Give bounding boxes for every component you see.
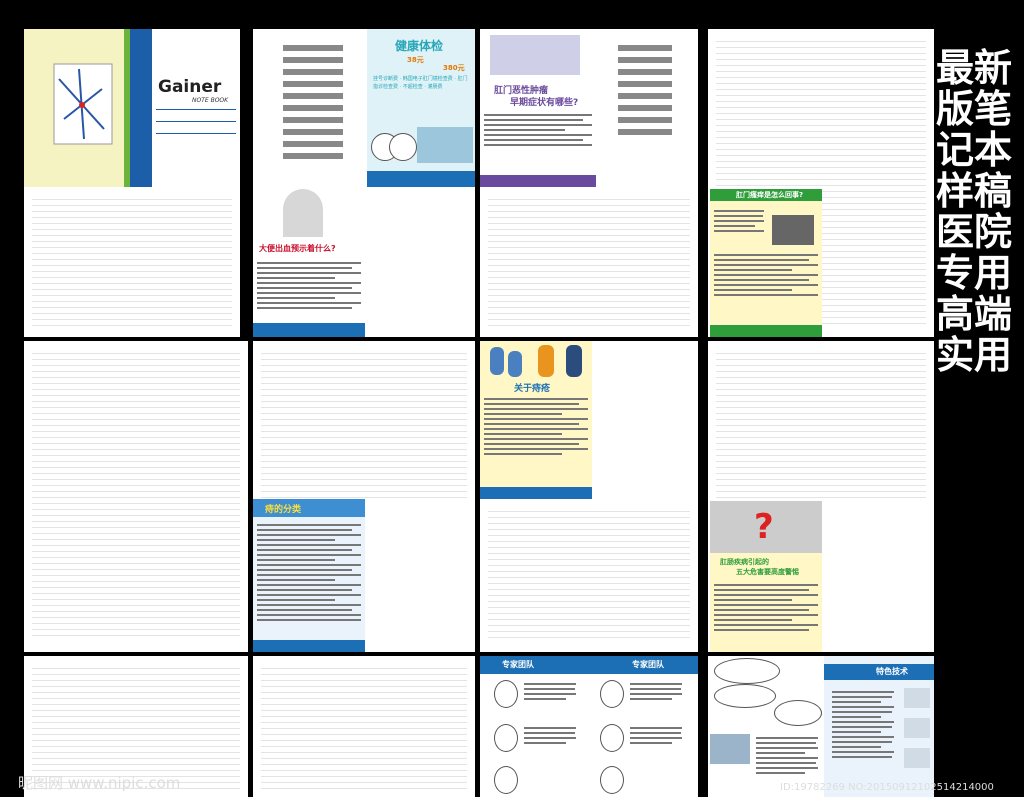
blank-page — [24, 341, 248, 652]
checkup-price1: 38元 — [407, 56, 424, 64]
tech-panel: 特色技术 — [824, 656, 934, 797]
page-checkup-bleed: 健康体检 38元 380元 挂号诊断费 · 韩国电子肛门镜检查费 · 肛门指诊检… — [253, 29, 475, 337]
cover-right: Gainer NOTE BOOK — [152, 29, 240, 187]
checkup-price2: 380元 — [443, 64, 465, 72]
page-tech: 特色技术 — [708, 656, 934, 797]
cover-page: Gainer NOTE BOOK — [24, 29, 240, 337]
itch-title: 肛门瘙痒是怎么回事? — [736, 191, 804, 199]
types-title: 痔的分类 — [265, 505, 302, 515]
map-illustration — [53, 63, 113, 145]
page-about: 关于痔疮 — [480, 341, 698, 652]
question-title1: 肛肠疾病引起的 — [720, 558, 769, 566]
ruled-lines — [261, 353, 467, 503]
tech-title: 特色技术 — [876, 667, 908, 676]
page-question: ? 肛肠疾病引起的 五大危害要高度警惕 — [708, 341, 934, 652]
gray-list — [263, 39, 363, 165]
cover-map-panel — [24, 29, 124, 187]
question-title2: 五大危害要高度警惕 — [736, 568, 799, 576]
page-cancer: 肛门恶性肿瘤 早期症状有哪些? — [480, 29, 698, 337]
question-mark-icon: ? — [754, 507, 774, 547]
doctor-avatar — [600, 724, 624, 752]
team-title-left: 专家团队 — [502, 660, 534, 669]
cover-stripe-blue — [130, 29, 152, 187]
itch-panel: 肛门瘙痒是怎么回事? — [710, 189, 822, 337]
ruled-lines — [488, 199, 690, 331]
checkup-panel: 健康体检 38元 380元 挂号诊断费 · 韩国电子肛门镜检查费 · 肛门指诊检… — [367, 29, 475, 187]
ruled-lines — [32, 353, 240, 641]
watermark-left: 昵图网 www.nipic.com — [18, 774, 181, 792]
question-panel: ? 肛肠疾病引起的 五大危害要高度警惕 — [710, 501, 822, 652]
cancer-panel: 肛门恶性肿瘤 早期症状有哪些? — [480, 29, 596, 187]
caption-text: 最新版笔记本样稿 医院专用 高端实用 — [935, 46, 1012, 377]
ellipse-callout — [774, 700, 822, 726]
doctor-avatar — [600, 680, 624, 708]
ruled-lines — [32, 199, 232, 331]
right-caption: 最新版笔记本样稿 医院专用 高端实用 — [934, 48, 1014, 376]
gray-list — [600, 39, 690, 141]
cancer-title2: 早期症状有哪些? — [510, 98, 579, 108]
ruled-lines — [488, 511, 690, 643]
page-team: 专家团队 专家团队 — [480, 656, 698, 797]
ruled-lines — [716, 353, 926, 503]
face-circle — [389, 133, 417, 161]
doctor-avatar — [494, 724, 518, 752]
page-itch: 肛门瘙痒是怎么回事? — [708, 29, 934, 337]
ruled-lines — [261, 668, 467, 794]
about-panel: 关于痔疮 — [480, 341, 592, 499]
types-panel: 痔的分类 — [253, 499, 365, 652]
about-title: 关于痔疮 — [514, 384, 551, 394]
doctor-avatar — [494, 766, 518, 794]
bleed-title: 大便出血预示着什么? — [259, 244, 336, 253]
page-types: 痔的分类 — [253, 341, 475, 652]
watermark-right: ID:19782269 NO:20150912102514214000 — [780, 782, 994, 793]
doctor-avatar — [494, 680, 518, 708]
blank-page — [253, 656, 475, 797]
team-title-right: 专家团队 — [632, 660, 664, 669]
cover-sub: NOTE BOOK — [192, 97, 229, 104]
ellipse-callout — [714, 658, 780, 684]
checkup-items: 挂号诊断费 · 韩国电子肛门镜检查费 · 肛门指诊检查费 · 不超检查 · 灌肠… — [373, 76, 468, 90]
doctor-avatar — [600, 766, 624, 794]
bleed-panel: 大便出血预示着什么? — [253, 189, 365, 337]
checkup-title: 健康体检 — [395, 39, 444, 53]
ellipse-callout — [714, 684, 776, 708]
cover-brand: Gainer — [158, 77, 222, 97]
